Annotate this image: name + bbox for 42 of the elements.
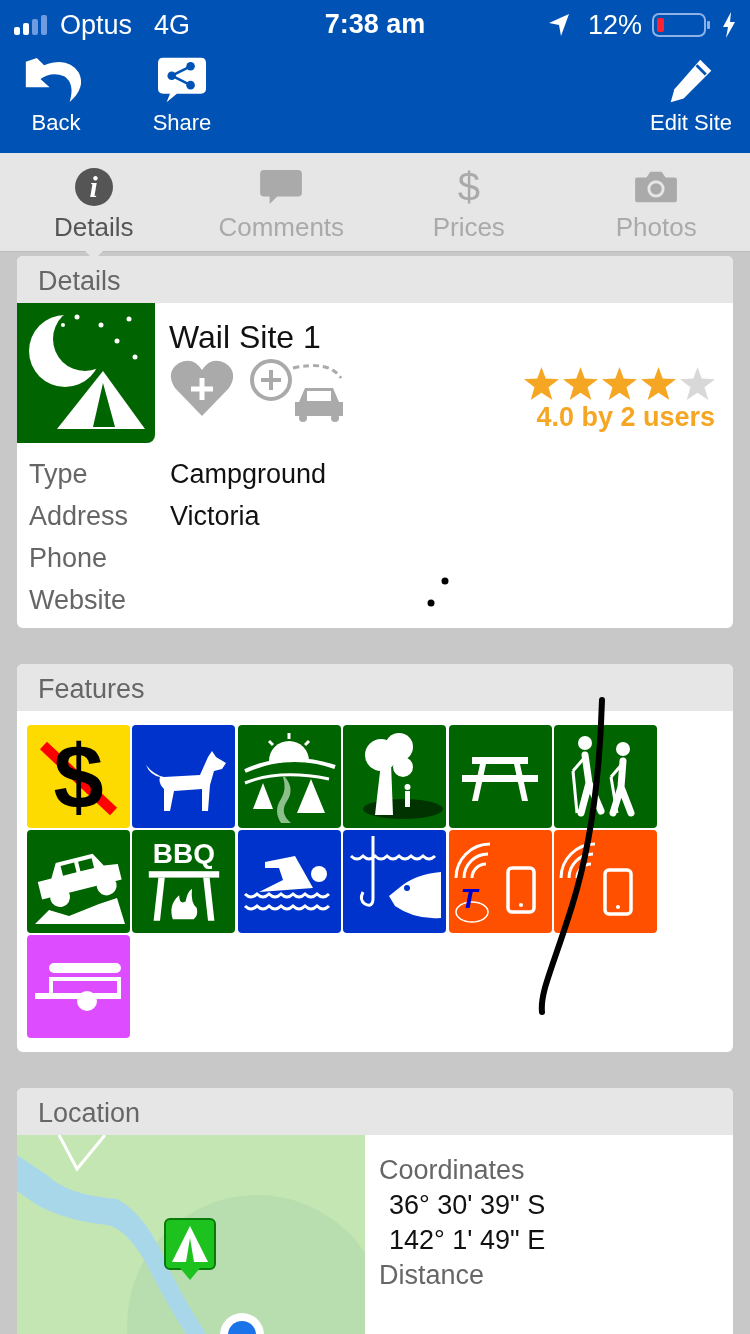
dollar-sign: $: [457, 168, 480, 206]
feature-tile[interactable]: [27, 830, 130, 933]
field-label: Address: [29, 501, 130, 532]
back-button[interactable]: Back: [24, 56, 88, 147]
feature-tile[interactable]: [132, 725, 236, 828]
location-arrow-icon: [547, 13, 570, 37]
feature-tile[interactable]: [343, 725, 447, 828]
coordinates-label: Coordinates: [379, 1155, 526, 1186]
feature-tile[interactable]: [448, 725, 552, 828]
site-name: Wail Site 1: [169, 319, 322, 356]
feature-tile[interactable]: [237, 725, 341, 828]
share-button[interactable]: Share: [150, 56, 214, 147]
coordinate-value: 36° 30' 39" S: [388, 1190, 546, 1221]
signal-icon: [14, 15, 50, 35]
speech-bubble-icon: [258, 168, 305, 206]
info-icon: i: [74, 168, 113, 206]
field-label: Type: [29, 459, 89, 490]
section-header: Location: [17, 1088, 733, 1135]
distance-label: Distance: [379, 1260, 486, 1291]
section-header: Details: [17, 256, 733, 303]
network-type: 4G: [154, 9, 191, 41]
charging-bolt-icon: [722, 12, 736, 38]
feature-tile[interactable]: BBQ: [132, 830, 236, 933]
battery-icon: [652, 12, 712, 38]
feature-tile[interactable]: [553, 830, 657, 933]
section-header: Features: [17, 664, 733, 711]
coordinate-value: 142° 1' 49" E: [388, 1225, 546, 1256]
field-label: Phone: [29, 543, 109, 574]
tent-pin-icon: [164, 1218, 216, 1282]
rating-text: 4.0 by 2 users: [536, 402, 715, 433]
feature-tile[interactable]: [237, 830, 341, 933]
field-label: Website: [29, 585, 128, 616]
carrier-name: Optus: [60, 9, 133, 41]
feature-tile[interactable]: [27, 935, 130, 1038]
edit-button[interactable]: Edit Site: [650, 56, 732, 147]
feature-tile[interactable]: [343, 830, 447, 933]
field-value: Campground: [170, 459, 328, 490]
bbq-label: BBQ: [152, 839, 215, 868]
clock-time: 7:38 am: [324, 9, 426, 40]
feature-tile[interactable]: [553, 725, 657, 828]
field-value: Victoria: [170, 501, 261, 532]
battery-percent: 12%: [587, 9, 642, 41]
